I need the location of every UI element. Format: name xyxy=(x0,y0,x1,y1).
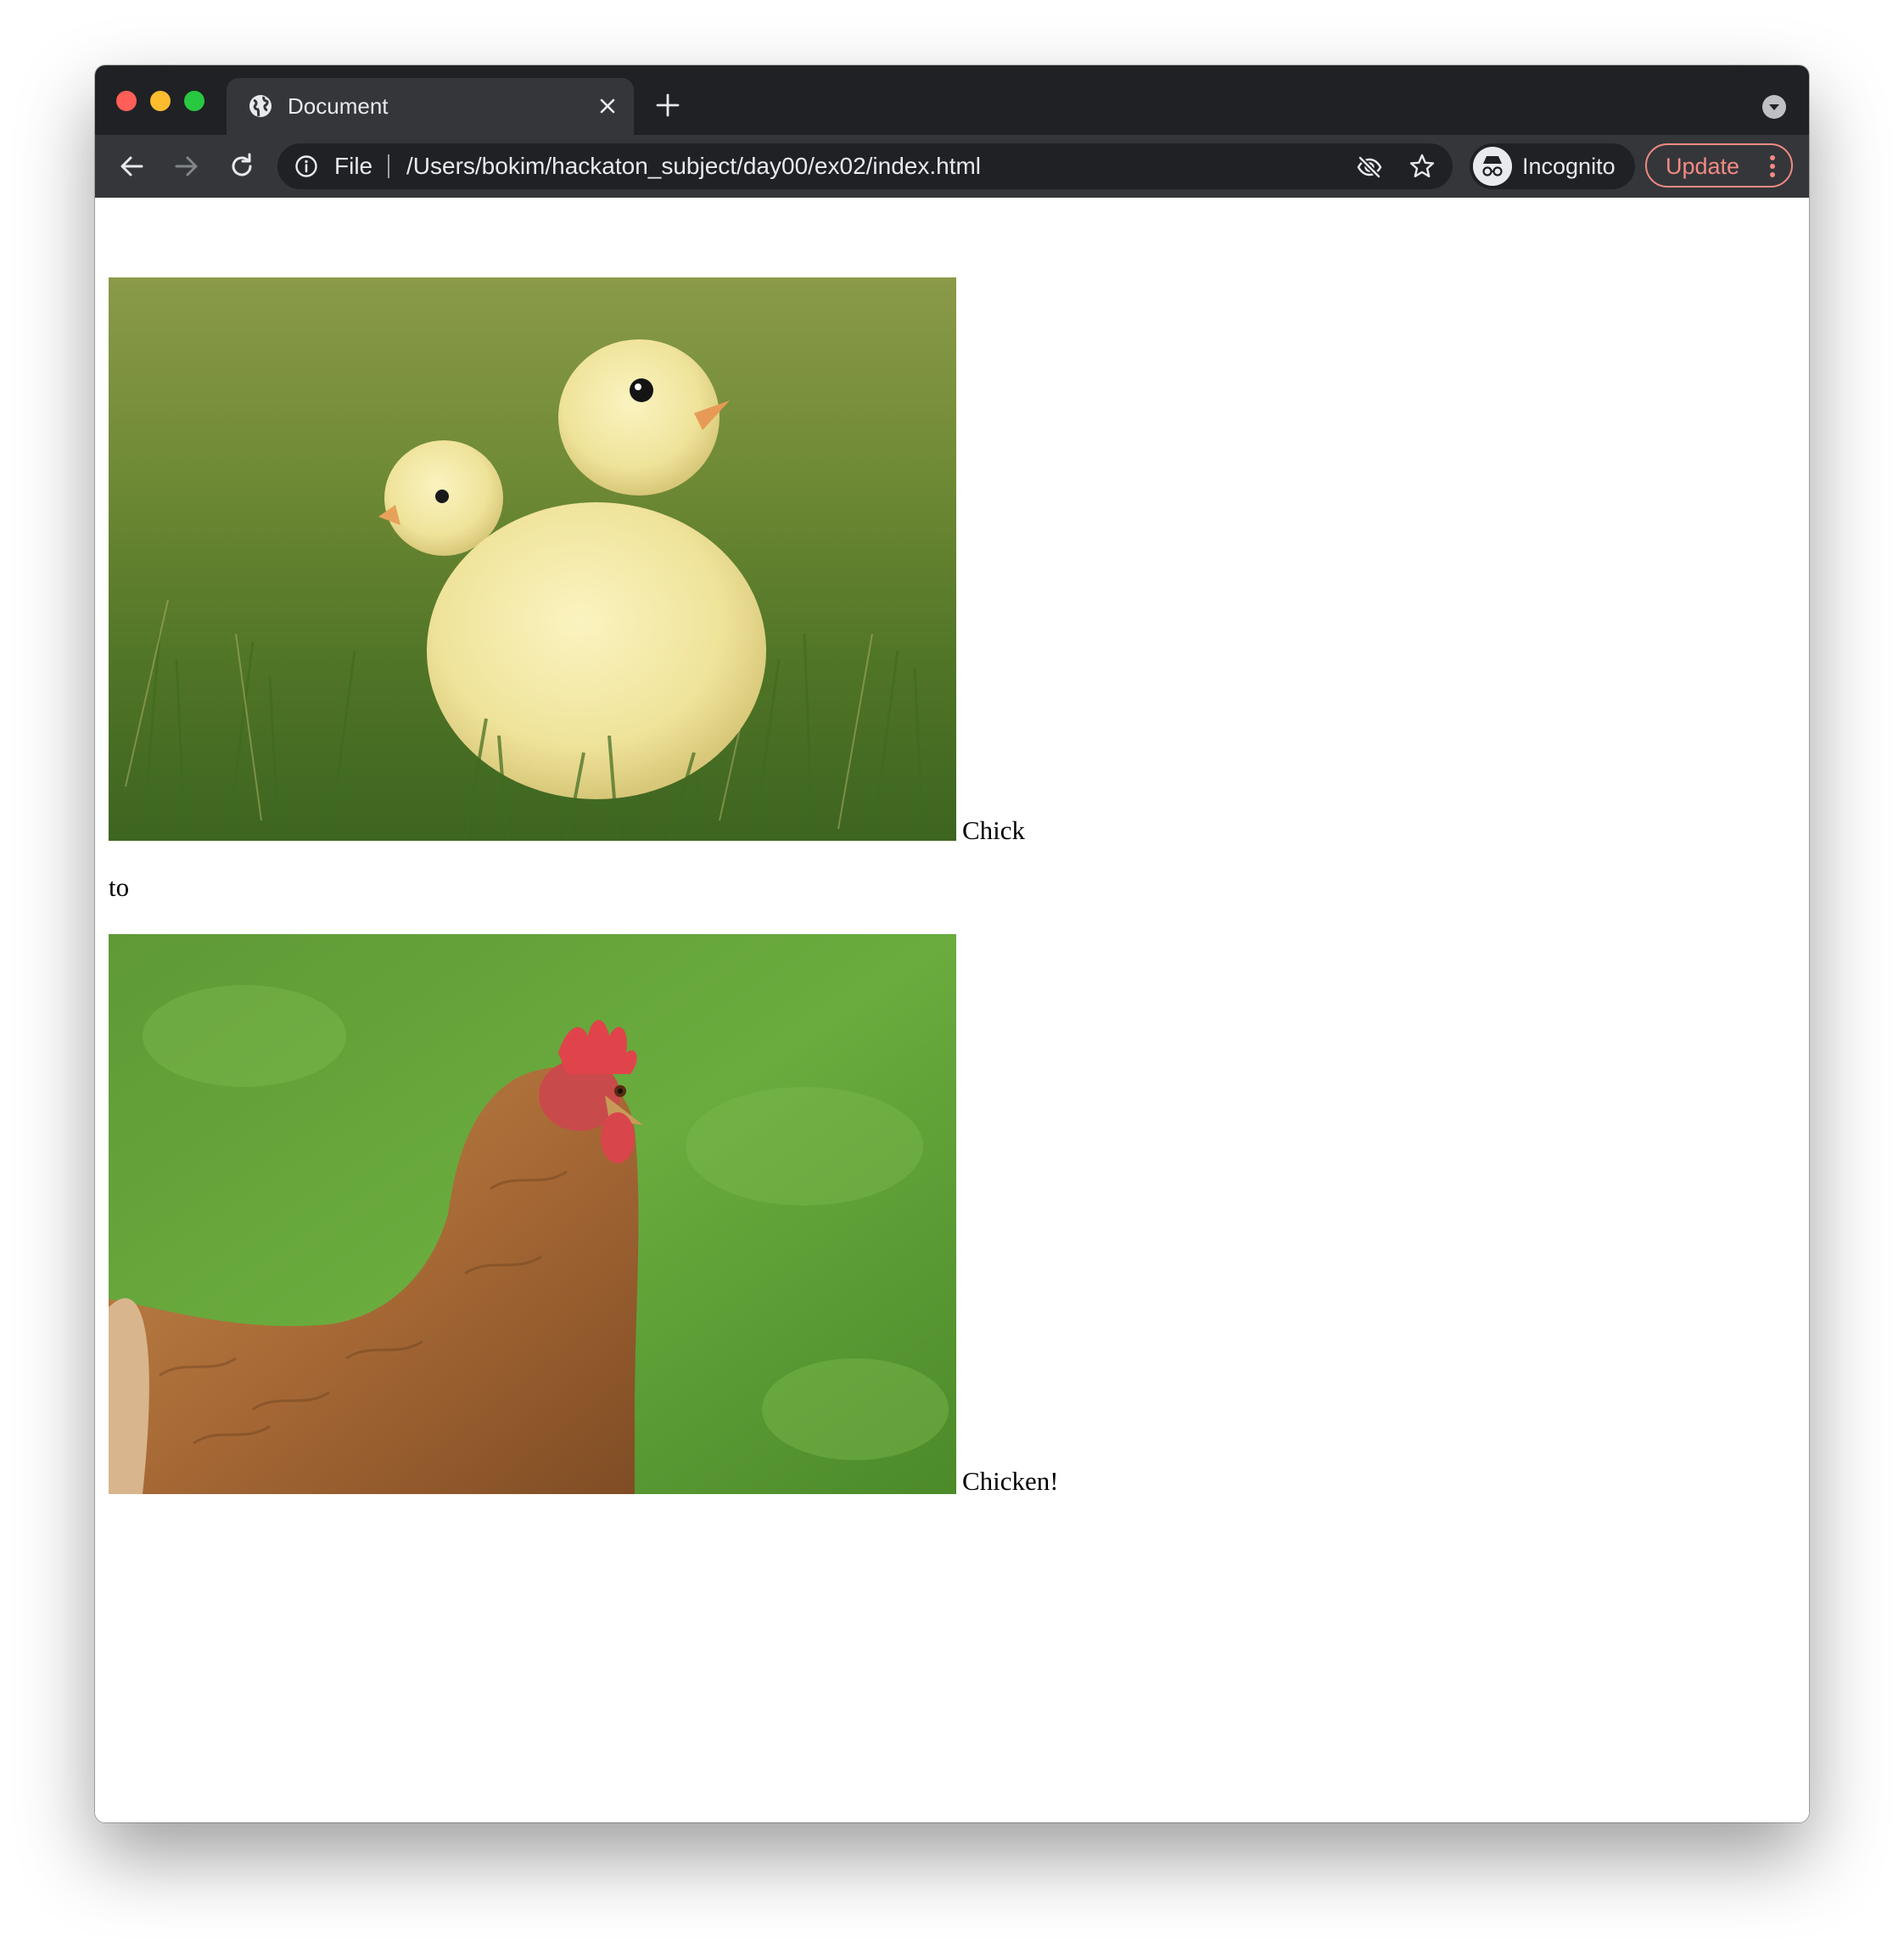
url-scheme-label: File xyxy=(334,153,373,179)
browser-window: Document File /Users/bokim/hackaton_subj… xyxy=(95,65,1809,1822)
close-tab-icon[interactable] xyxy=(596,95,619,117)
transition-text: to xyxy=(109,872,130,902)
chick-caption: Chick xyxy=(962,815,1026,845)
back-arrow-icon[interactable] xyxy=(116,151,147,182)
maximize-window-button[interactable] xyxy=(184,91,204,111)
toolbar: File /Users/bokim/hackaton_subject/day00… xyxy=(95,135,1809,198)
minimize-window-button[interactable] xyxy=(150,91,171,111)
incognito-label: Incognito xyxy=(1522,154,1616,179)
chicken-photo xyxy=(109,934,956,1494)
eye-off-icon[interactable] xyxy=(1356,154,1383,181)
page-content: Chick to Chicken! xyxy=(95,198,1809,1822)
update-button[interactable]: Update xyxy=(1645,143,1793,188)
forward-arrow-icon[interactable] xyxy=(171,151,202,182)
reload-icon[interactable] xyxy=(227,151,257,182)
incognito-profile-button[interactable]: Incognito xyxy=(1470,143,1635,189)
address-bar[interactable]: File /Users/bokim/hackaton_subject/day00… xyxy=(277,143,1453,189)
tab-title: Document xyxy=(288,93,389,119)
tab-document[interactable]: Document xyxy=(227,78,634,135)
close-window-button[interactable] xyxy=(116,91,137,111)
tab-search-icon[interactable] xyxy=(1761,94,1787,120)
chick-photo xyxy=(109,277,956,841)
address-divider xyxy=(388,154,389,178)
globe-icon xyxy=(249,95,272,117)
title-bar: Document xyxy=(95,65,1809,135)
update-label: Update xyxy=(1666,154,1740,179)
chicken-caption: Chicken! xyxy=(962,1466,1059,1496)
more-menu-icon[interactable] xyxy=(1769,154,1776,178)
new-tab-icon[interactable] xyxy=(655,92,680,118)
url-text[interactable]: /Users/bokim/hackaton_subject/day00/ex02… xyxy=(406,154,981,179)
incognito-icon xyxy=(1473,147,1512,186)
info-icon[interactable] xyxy=(294,154,318,178)
bookmark-star-icon[interactable] xyxy=(1408,153,1436,180)
